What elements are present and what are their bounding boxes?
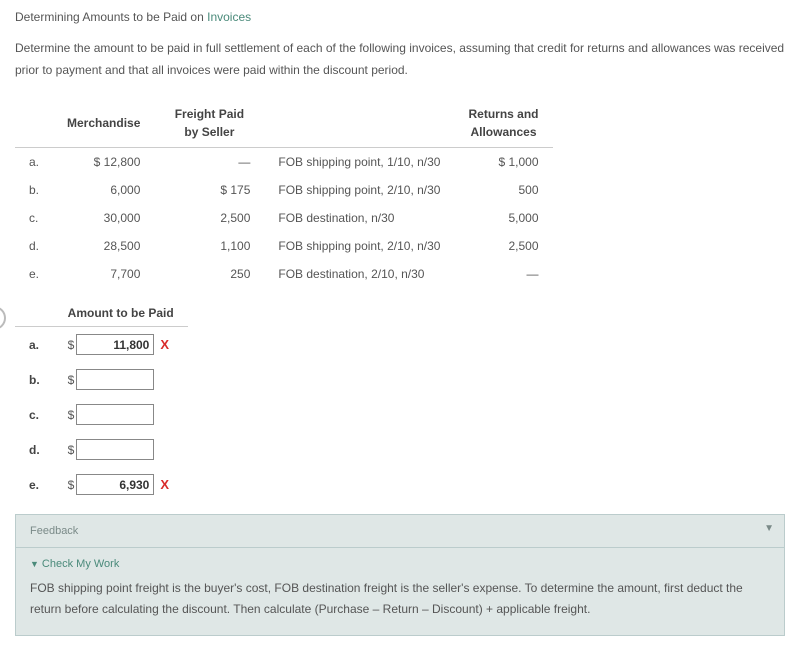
answer-cell: $X — [54, 327, 188, 363]
feedback-panel: ▼ Feedback ▼Check My Work FOB shipping p… — [15, 514, 785, 636]
dollar-sign: $ — [68, 373, 75, 387]
merchandise-header: Merchandise — [53, 99, 154, 148]
answers-table: Amount to be Paid a. $X b. $ c. $ d. $ e… — [15, 300, 188, 502]
row-label: c. — [15, 204, 53, 232]
page-title: Determining Amounts to be Paid on Invoic… — [15, 10, 785, 24]
amount-header: Amount to be Paid — [54, 300, 188, 327]
table-row: e. 7,700 250 FOB destination, 2/10, n/30… — [15, 260, 553, 288]
returns-cell: 2,500 — [454, 232, 552, 260]
check-my-work-label: Check My Work — [42, 558, 119, 570]
answer-input-d[interactable] — [76, 439, 154, 460]
answer-row: a. $X — [15, 327, 188, 363]
answer-cell: $ — [54, 432, 188, 467]
freight-header: Freight Paidby Seller — [154, 99, 264, 148]
wrong-icon: X — [160, 477, 169, 492]
terms-cell: FOB shipping point, 2/10, n/30 — [264, 232, 454, 260]
merch-cell: 30,000 — [53, 204, 154, 232]
collapse-icon[interactable]: ▼ — [764, 523, 774, 534]
terms-cell: FOB shipping point, 1/10, n/30 — [264, 148, 454, 177]
answer-cell: $X — [54, 467, 188, 502]
returns-cell: 5,000 — [454, 204, 552, 232]
ring-decor — [0, 306, 6, 330]
row-label: b. — [15, 176, 53, 204]
answer-label: e. — [15, 467, 54, 502]
answer-row: c. $ — [15, 397, 188, 432]
freight-cell: 1,100 — [154, 232, 264, 260]
merch-cell: 28,500 — [53, 232, 154, 260]
terms-cell: FOB shipping point, 2/10, n/30 — [264, 176, 454, 204]
dollar-sign: $ — [68, 478, 75, 492]
check-my-work-link[interactable]: ▼Check My Work — [16, 548, 784, 574]
freight-cell: — — [154, 148, 264, 177]
terms-header — [264, 99, 454, 148]
answer-cell: $ — [54, 397, 188, 432]
table-row: c. 30,000 2,500 FOB destination, n/30 5,… — [15, 204, 553, 232]
feedback-body: FOB shipping point freight is the buyer'… — [16, 574, 784, 635]
title-text: Determining Amounts to be Paid on — [15, 10, 207, 24]
row-label: d. — [15, 232, 53, 260]
answer-input-a[interactable] — [76, 334, 154, 355]
merch-cell: 6,000 — [53, 176, 154, 204]
blank-header — [15, 300, 54, 327]
merch-cell: $ 12,800 — [53, 148, 154, 177]
table-row: a. $ 12,800 — FOB shipping point, 1/10, … — [15, 148, 553, 177]
blank-header — [15, 99, 53, 148]
row-label: a. — [15, 148, 53, 177]
invoices-link[interactable]: Invoices — [207, 10, 251, 24]
returns-cell: $ 1,000 — [454, 148, 552, 177]
table-row: d. 28,500 1,100 FOB shipping point, 2/10… — [15, 232, 553, 260]
invoice-table: Merchandise Freight Paidby Seller Return… — [15, 99, 553, 288]
returns-cell: 500 — [454, 176, 552, 204]
answer-label: d. — [15, 432, 54, 467]
freight-cell: $ 175 — [154, 176, 264, 204]
answer-label: b. — [15, 362, 54, 397]
answer-input-e[interactable] — [76, 474, 154, 495]
caret-down-icon: ▼ — [30, 559, 39, 569]
answer-label: c. — [15, 397, 54, 432]
terms-cell: FOB destination, n/30 — [264, 204, 454, 232]
answer-input-b[interactable] — [76, 369, 154, 390]
returns-header: Returns andAllowances — [454, 99, 552, 148]
answer-row: b. $ — [15, 362, 188, 397]
intro-text: Determine the amount to be paid in full … — [15, 38, 785, 81]
merch-cell: 7,700 — [53, 260, 154, 288]
terms-cell: FOB destination, 2/10, n/30 — [264, 260, 454, 288]
answer-input-c[interactable] — [76, 404, 154, 425]
feedback-header: Feedback — [16, 515, 784, 548]
answer-cell: $ — [54, 362, 188, 397]
answer-label: a. — [15, 327, 54, 363]
freight-cell: 250 — [154, 260, 264, 288]
freight-cell: 2,500 — [154, 204, 264, 232]
table-row: b. 6,000 $ 175 FOB shipping point, 2/10,… — [15, 176, 553, 204]
answer-row: d. $ — [15, 432, 188, 467]
dollar-sign: $ — [68, 408, 75, 422]
row-label: e. — [15, 260, 53, 288]
returns-cell: — — [454, 260, 552, 288]
wrong-icon: X — [160, 337, 169, 352]
dollar-sign: $ — [68, 443, 75, 457]
answer-row: e. $X — [15, 467, 188, 502]
dollar-sign: $ — [68, 338, 75, 352]
